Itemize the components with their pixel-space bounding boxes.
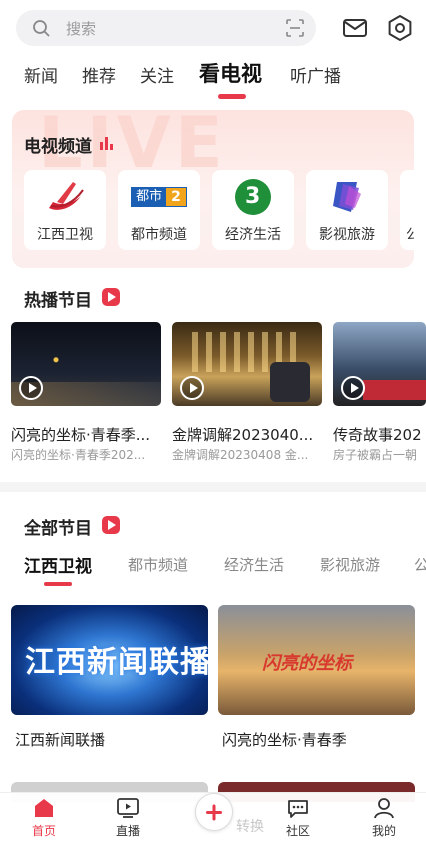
bottom-nav-home[interactable]: 首页 — [14, 793, 74, 842]
channel-label: 江西卫视 — [37, 227, 93, 243]
play-badge-icon — [102, 516, 120, 534]
program-subtitle: 房子被霸占一朝 — [333, 448, 418, 462]
hot-programs-section: 热播节目 闪亮的坐标·青春季... 闪亮的坐标·青春季202... 金牌调解20… — [0, 276, 426, 482]
program-title: 江西新闻联播 — [15, 731, 106, 749]
top-bar: 搜索 新闻 推荐 关注 看电视 听广播 — [0, 0, 426, 108]
play-icon[interactable] — [341, 376, 365, 400]
tab-watch-tv[interactable]: 看电视 — [199, 58, 262, 88]
program-thumbnail: 闪亮的坐标 — [218, 605, 415, 715]
tab-news[interactable]: 新闻 — [24, 62, 58, 87]
channel-partial[interactable]: 公 — [400, 170, 414, 250]
active-subtab-indicator — [44, 582, 72, 586]
play-icon[interactable] — [19, 376, 43, 400]
tab-recommend[interactable]: 推荐 — [82, 62, 116, 87]
tab-radio[interactable]: 听广播 — [290, 62, 341, 87]
mail-icon[interactable] — [342, 15, 368, 41]
program-title: 闪亮的坐标·青春季 — [222, 731, 347, 749]
play-badge-icon — [102, 288, 120, 306]
play-icon[interactable] — [180, 376, 204, 400]
program-title: 闪亮的坐标·青春季... — [11, 426, 151, 444]
main-nav-tabs: 新闻 推荐 关注 看电视 听广播 — [0, 56, 426, 99]
channel-label: 经济生活 — [225, 227, 281, 243]
bottom-nav-community[interactable]: 社区 — [268, 793, 328, 842]
active-tab-indicator — [218, 94, 246, 99]
subtab-partial[interactable]: 公 — [414, 554, 426, 575]
chat-icon — [288, 800, 308, 818]
search-placeholder: 搜索 — [66, 20, 97, 38]
subtab-film-travel[interactable]: 影视旅游 — [320, 554, 380, 575]
bottom-nav-live[interactable]: 直播 — [98, 793, 158, 842]
jiangxi-tv-logo — [24, 178, 106, 216]
tv-channel-card: LIVE 电视频道 江西卫视 都市 2 都市频道 3 经济生活 影视旅游 公 — [12, 110, 414, 268]
program-subtitle: 金牌调解20230408 金... — [172, 448, 309, 462]
tab-follow[interactable]: 关注 — [140, 62, 174, 87]
channel-label: 公 — [406, 227, 414, 243]
channel-film-travel[interactable]: 影视旅游 — [306, 170, 388, 250]
search-icon — [33, 20, 50, 37]
channel-jiangxi-tv[interactable]: 江西卫视 — [24, 170, 106, 250]
subtab-jiangxi-tv[interactable]: 江西卫视 — [24, 552, 92, 577]
hot-programs-title: 热播节目 — [24, 291, 92, 311]
all-programs-title: 全部节目 — [24, 519, 92, 539]
tv-channel-title: 电视频道 — [24, 137, 92, 157]
subtab-dushi[interactable]: 都市频道 — [128, 554, 188, 575]
bottom-nav-label: 直播 — [115, 824, 140, 838]
bottom-nav-profile[interactable]: 我的 — [354, 793, 414, 842]
channel-label: 都市频道 — [131, 227, 187, 243]
economy-life-logo: 3 — [212, 178, 294, 216]
channel-economy-life[interactable]: 3 经济生活 — [212, 170, 294, 250]
add-button[interactable] — [195, 793, 233, 831]
program-title: 传奇故事202 — [333, 426, 422, 444]
dushi-channel-logo: 都市 2 — [118, 178, 200, 216]
live-tv-icon — [117, 798, 139, 818]
tv-channel-section: LIVE 电视频道 江西卫视 都市 2 都市频道 3 经济生活 影视旅游 公 — [0, 108, 426, 276]
signal-bars-icon — [100, 136, 114, 150]
scan-icon[interactable] — [286, 19, 304, 37]
bottom-nav-label: 首页 — [31, 824, 56, 838]
subtab-economy-life[interactable]: 经济生活 — [224, 554, 284, 575]
film-travel-logo — [306, 178, 388, 216]
bottom-nav-label: 社区 — [285, 824, 310, 838]
program-subtitle: 闪亮的坐标·青春季202... — [11, 448, 146, 462]
all-programs-section: 全部节目 江西卫视 都市频道 经济生活 影视旅游 公 江西新闻联播 江西新闻联播… — [0, 492, 426, 842]
program-thumbnail: 江西新闻联播 — [11, 605, 208, 715]
search-bar[interactable]: 搜索 — [16, 10, 316, 46]
program-title: 金牌调解2023040... — [172, 426, 314, 444]
channel-dushi[interactable]: 都市 2 都市频道 — [118, 170, 200, 250]
convert-ghost-text: 转换 — [236, 819, 264, 835]
bottom-nav-label: 我的 — [371, 824, 396, 838]
settings-icon[interactable] — [386, 14, 414, 42]
user-icon — [374, 798, 394, 819]
home-icon — [35, 799, 53, 817]
channel-label: 影视旅游 — [319, 227, 375, 243]
bottom-nav: 首页 直播 转换 社区 我的 — [0, 792, 426, 842]
